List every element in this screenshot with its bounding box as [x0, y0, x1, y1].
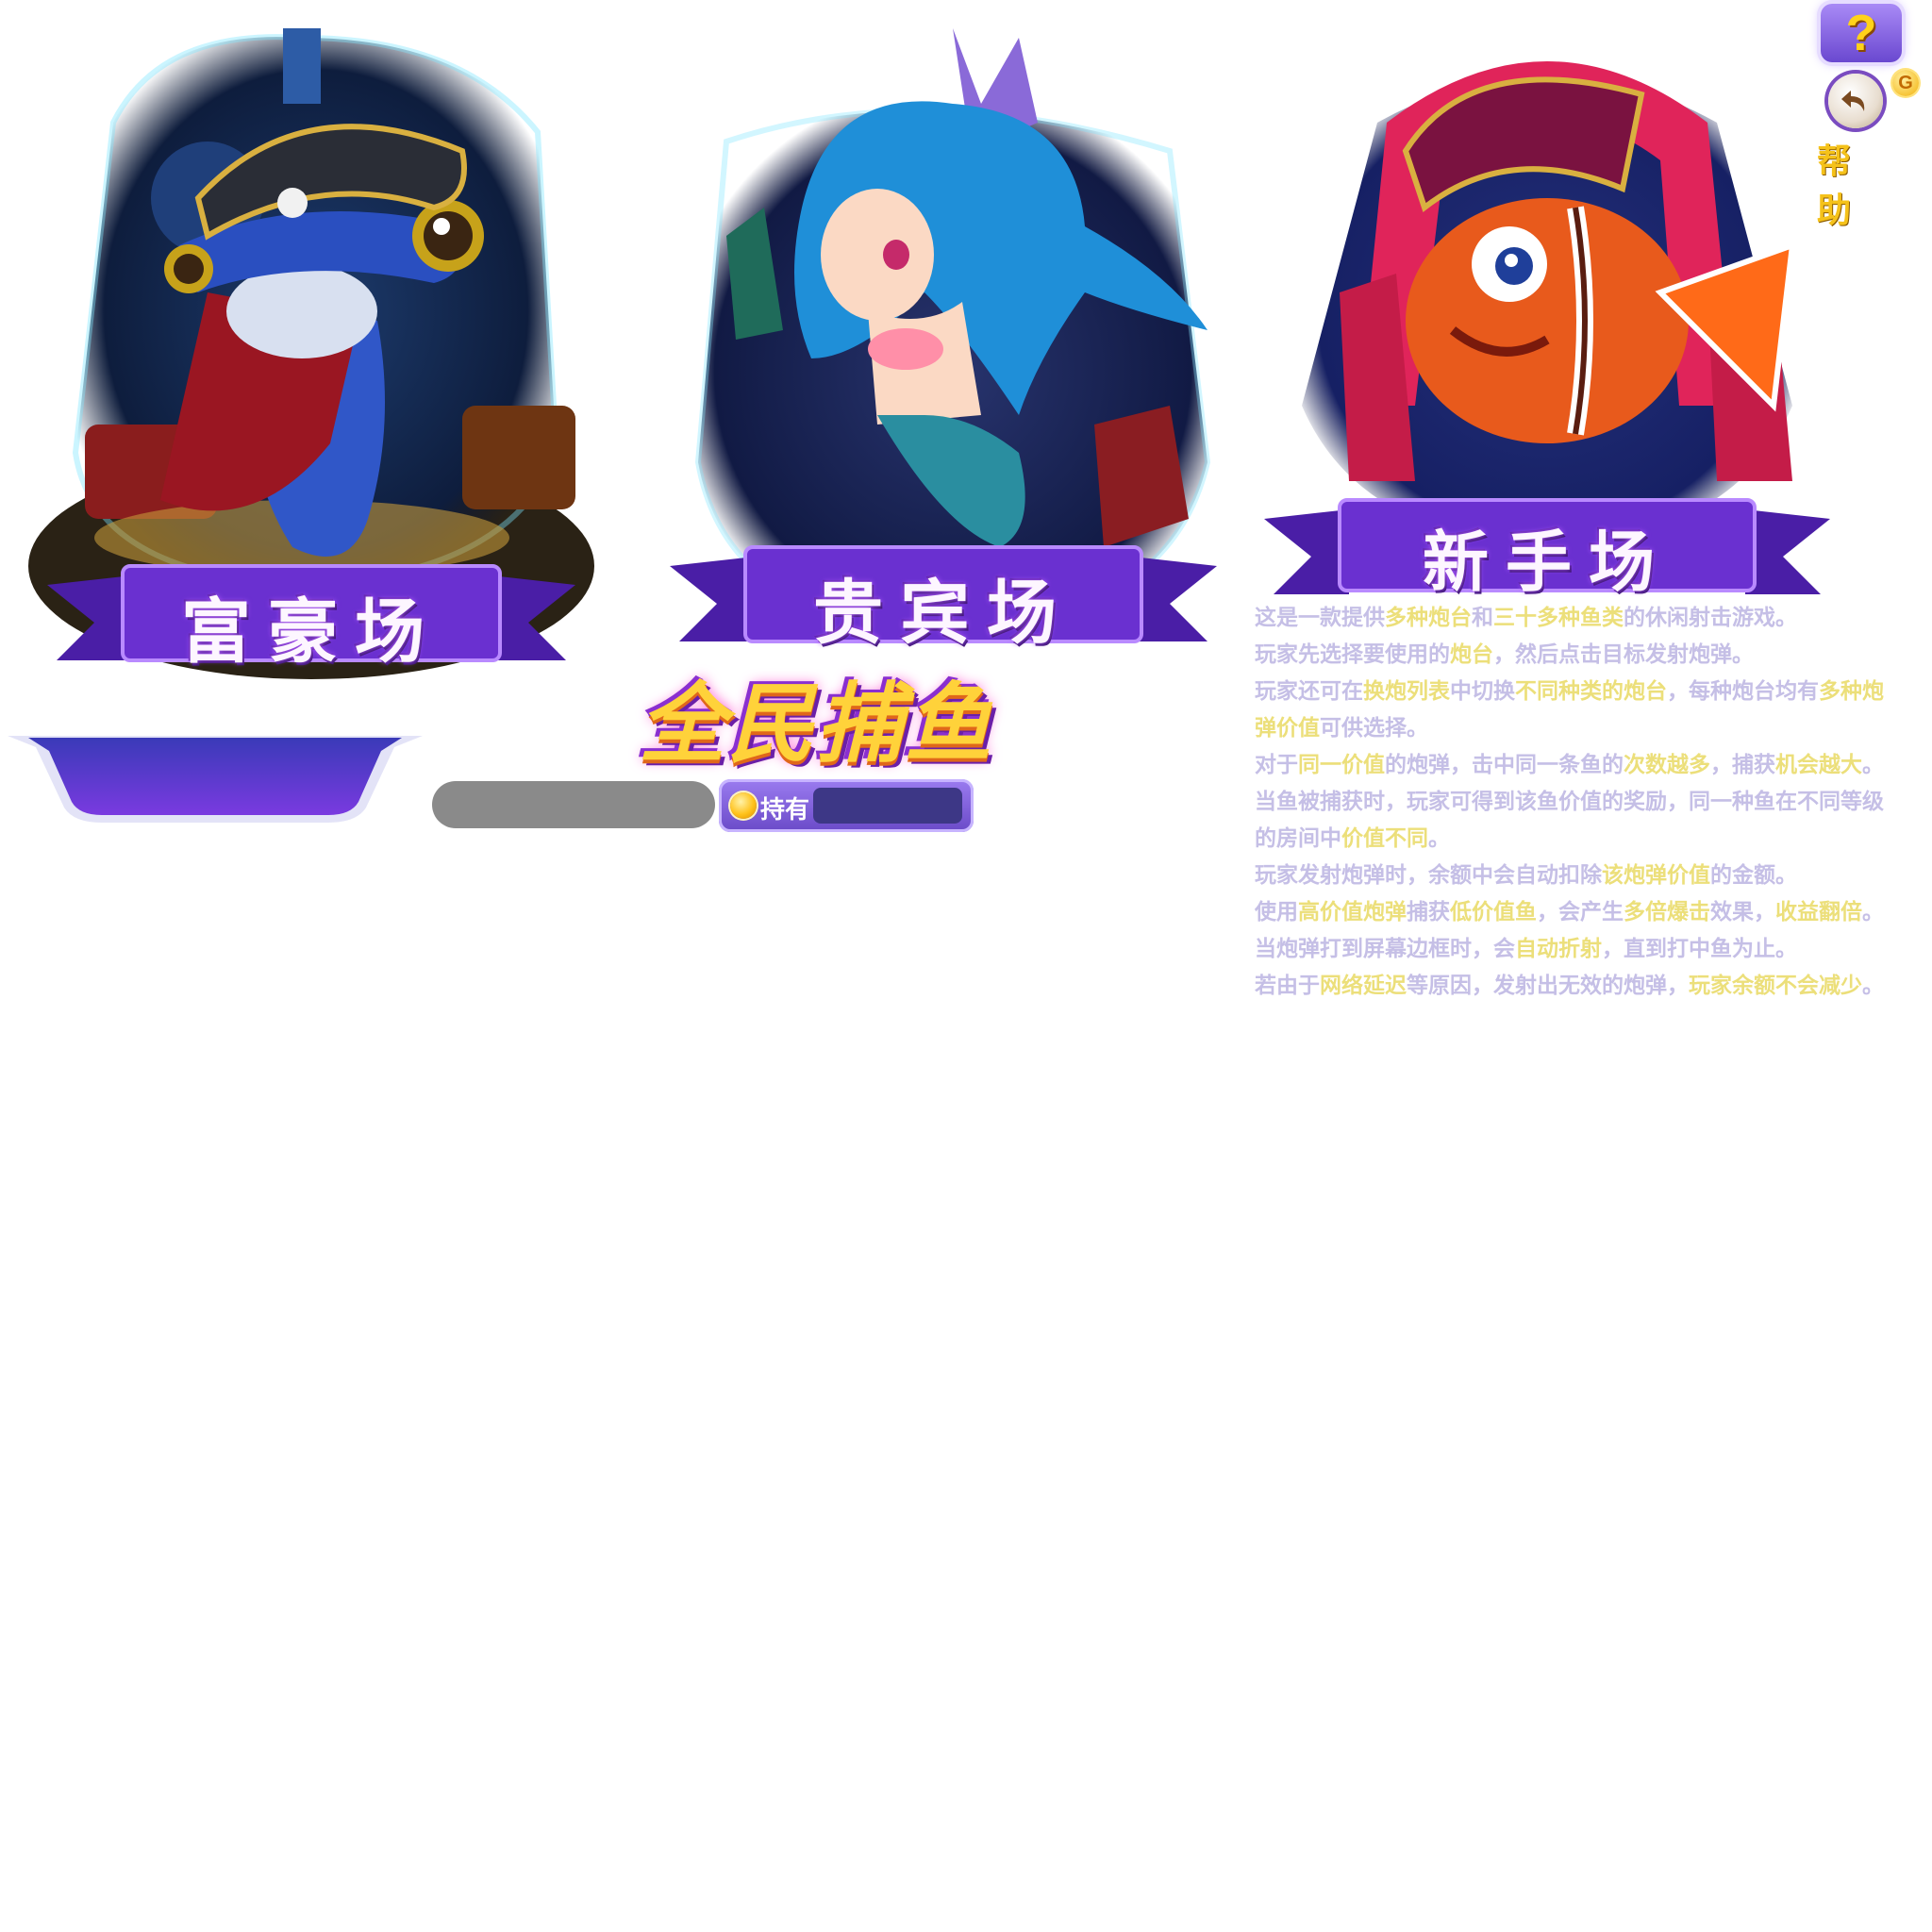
holdings-bar: 持有 [719, 779, 974, 832]
help-paragraph: 玩家发射炮弹时，余额中会自动扣除该炮弹价值的金额。 [1255, 858, 1887, 894]
question-icon[interactable]: ? [1821, 4, 1902, 62]
g-badge-icon: G [1892, 70, 1919, 96]
help-paragraph: 使用高价值炮弹捕获低价值鱼，会产生多倍爆击效果，收益翻倍。 [1255, 894, 1887, 931]
help-highlight: 多种炮台 [1385, 606, 1472, 630]
help-segment: ，直到打中鱼为止。 [1602, 937, 1797, 961]
help-highlight: 玩家余额不会减少 [1689, 974, 1862, 998]
help-segment: ，每种炮台均有 [1667, 679, 1819, 704]
help-highlight: 多倍爆击 [1624, 900, 1710, 924]
coin-icon [730, 792, 757, 819]
help-segment: 的金额。 [1710, 863, 1797, 888]
help-segment: 的休闲射击游戏。 [1624, 606, 1797, 630]
help-segment: 玩家发射炮弹时，余额中会自动扣除 [1255, 863, 1602, 888]
name-placeholder-bar [432, 781, 715, 828]
help-paragraph: 这是一款提供多种炮台和三十多种鱼类的休闲射击游戏。 [1255, 600, 1887, 637]
game-logo: 全民捕鱼 [638, 674, 993, 774]
help-highlight: 低价值鱼 [1450, 900, 1537, 924]
help-paragraph: 玩家还可在换炮列表中切换不同种类的炮台，每种炮台均有多种炮弹价值可供选择。 [1255, 674, 1887, 747]
room-label-rich: 富豪场 [181, 591, 441, 673]
help-segment: 可供选择。 [1320, 716, 1428, 741]
help-highlight: 该炮弹价值 [1602, 863, 1710, 888]
help-segment: ，会产生 [1537, 900, 1624, 924]
bottom-panel [8, 736, 423, 823]
help-text: 这是一款提供多种炮台和三十多种鱼类的休闲射击游戏。 玩家先选择要使用的炮台，然后点… [1255, 600, 1887, 1005]
help-segment: 。 [1862, 900, 1884, 924]
help-paragraph: 若由于网络延迟等原因，发射出无效的炮弹，玩家余额不会减少。 [1255, 968, 1887, 1005]
help-highlight: 机会越大 [1775, 753, 1862, 777]
help-segment: 玩家还可在 [1255, 679, 1363, 704]
help-highlight: 高价值炮弹 [1298, 900, 1407, 924]
help-paragraph: 对于同一价值的炮弹，击中同一条鱼的次数越多，捕获机会越大。 [1255, 747, 1887, 784]
help-highlight: 三十多种鱼类 [1493, 606, 1624, 630]
help-paragraph: 玩家先选择要使用的炮台，然后点击目标发射炮弹。 [1255, 637, 1887, 674]
holdings-label: 持有 [760, 795, 810, 824]
help-segment: 对于 [1255, 753, 1298, 777]
help-segment: 和 [1472, 606, 1493, 630]
help-highlight: 收益翻倍 [1775, 900, 1862, 924]
help-segment: 等原因，发射出无效的炮弹， [1407, 974, 1689, 998]
back-arrow-icon [1841, 91, 1865, 111]
room-card-rich[interactable]: 富豪场 [19, 9, 604, 698]
help-segment: 若由于 [1255, 974, 1320, 998]
help-highlight: 同一价值 [1298, 753, 1385, 777]
help-paragraph: 当鱼被捕获时，玩家可得到该鱼价值的奖励，同一种鱼在不同等级的房间中价值不同。 [1255, 784, 1887, 858]
help-segment: 中切换 [1450, 679, 1515, 704]
help-segment: 捕获 [1407, 900, 1450, 924]
help-segment: 效果， [1710, 900, 1775, 924]
room-label-novice: 新手场 [1423, 523, 1672, 601]
ribbon-banner [1264, 498, 1830, 594]
room-card-novice[interactable]: 新手场 [1264, 9, 1830, 601]
help-highlight: 炮台 [1450, 642, 1493, 667]
help-segment: 使用 [1255, 900, 1298, 924]
help-highlight: 价值不同 [1341, 826, 1428, 851]
help-segment: 。 [1862, 974, 1884, 998]
help-highlight: 网络延迟 [1320, 974, 1407, 998]
help-segment: 的炮弹，击中同一条鱼的 [1385, 753, 1624, 777]
help-label: 帮助 [1817, 142, 1888, 230]
back-button[interactable] [1828, 74, 1883, 128]
help-paragraph: 当炮弹打到屏幕边框时，会自动折射，直到打中鱼为止。 [1255, 931, 1887, 968]
help-segment: 。 [1862, 753, 1884, 777]
help-highlight: 自动折射 [1515, 937, 1602, 961]
room-card-vip[interactable]: 贵宾场 [641, 19, 1245, 660]
help-segment: 玩家先选择要使用的 [1255, 642, 1450, 667]
room-label-vip: 贵宾场 [813, 573, 1074, 654]
help-segment: 。 [1428, 826, 1450, 851]
help-segment: 当炮弹打到屏幕边框时，会 [1255, 937, 1515, 961]
help-highlight: 次数越多 [1624, 753, 1710, 777]
holdings-value [813, 788, 962, 824]
help-segment: 这是一款提供 [1255, 606, 1385, 630]
help-highlight: 不同种类的炮台 [1515, 679, 1667, 704]
help-highlight: 换炮列表 [1363, 679, 1450, 704]
help-segment: ，捕获 [1710, 753, 1775, 777]
help-segment: ，然后点击目标发射炮弹。 [1493, 642, 1754, 667]
